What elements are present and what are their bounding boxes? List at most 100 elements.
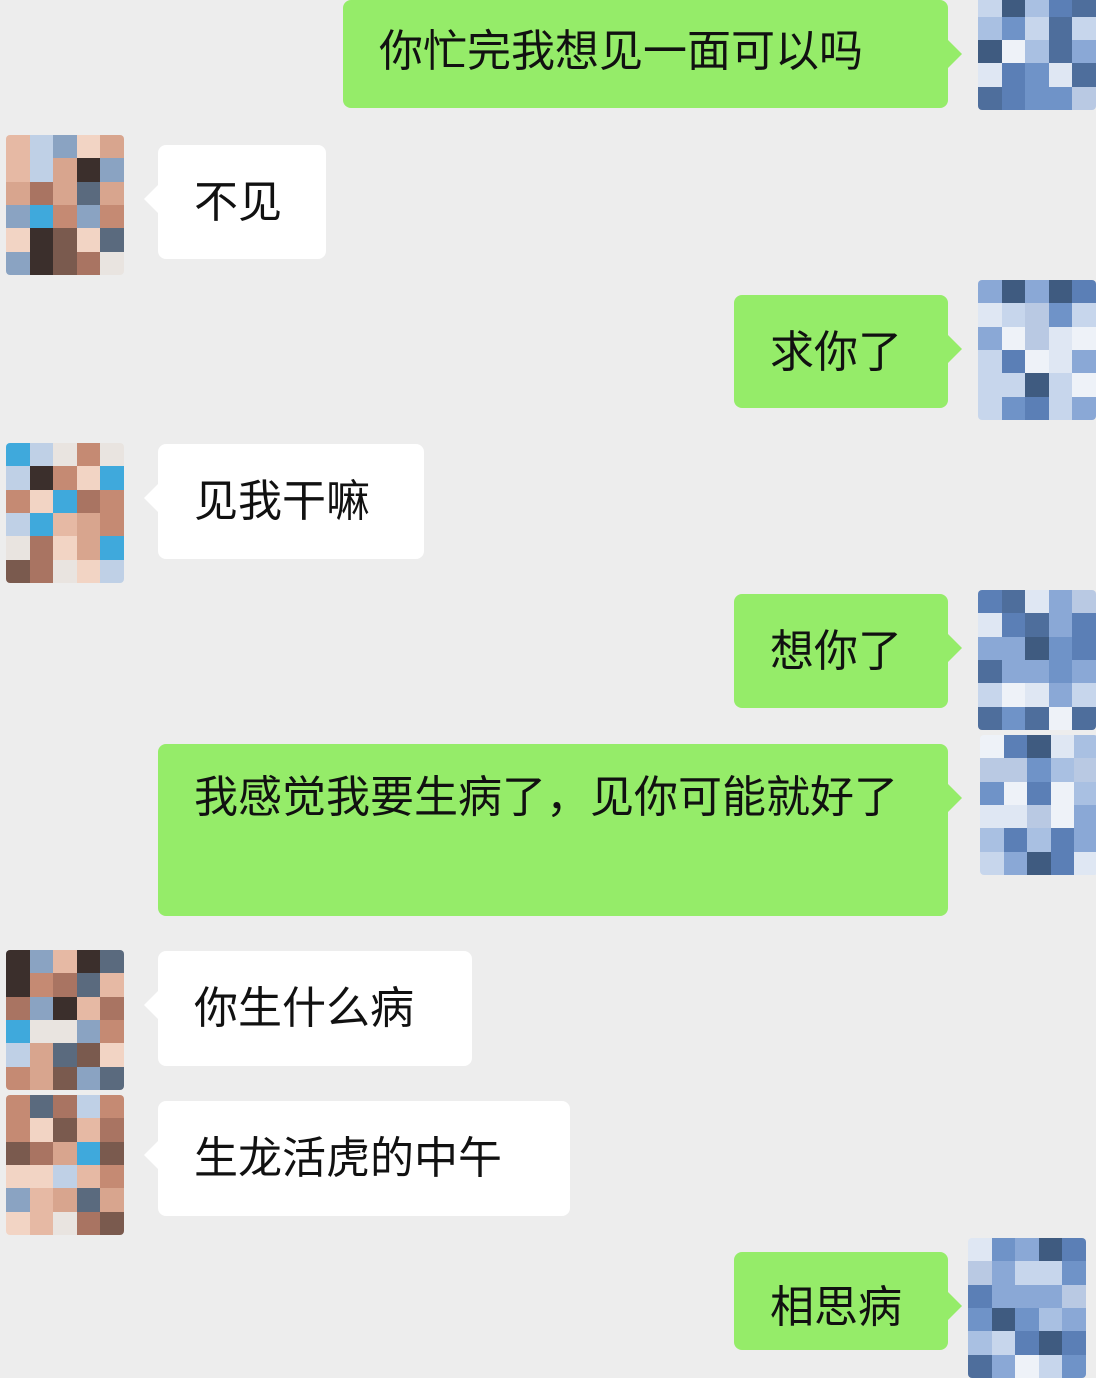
avatar-pixel [1074,735,1096,759]
avatar-pixel [1001,706,1026,730]
avatar-pixel [1003,735,1028,759]
avatar-pixel [1025,683,1049,707]
avatar-pixel [100,996,124,1020]
avatar-pixel [6,443,30,467]
avatar-pixel [1050,805,1075,829]
outgoing-message[interactable]: 我感觉我要生病了，见你可能就好了 [158,744,962,916]
avatar-pixel [978,350,1002,374]
incoming-message[interactable]: 不见 [144,145,326,259]
avatar-pixel [1072,303,1096,327]
avatar-pixel [1027,758,1051,782]
avatar-pixel [978,683,1002,707]
self-avatar-icon[interactable] [980,735,1096,875]
avatar-pixel [991,1308,1016,1332]
avatar-pixel [978,396,1002,420]
self-avatar-icon[interactable] [978,280,1096,420]
avatar-pixel [53,973,77,997]
avatar-pixel [1048,63,1073,87]
avatar-pixel [1001,590,1026,614]
avatar-pixel [1074,805,1096,829]
avatar-pixel [1003,851,1028,875]
avatar-pixel [1072,40,1096,64]
incoming-message[interactable]: 生龙活虎的中午 [144,1101,570,1216]
avatar-pixel [1048,373,1073,397]
outgoing-message[interactable]: 你忙完我想见一面可以吗 [343,0,962,108]
avatar-pixel [100,973,124,997]
avatar-pixel [76,1020,101,1044]
avatar-pixel [1072,636,1096,660]
avatar-pixel [1001,280,1026,304]
avatar-pixel [76,1211,101,1235]
avatar-pixel [100,1020,124,1044]
avatar-pixel [1025,613,1049,637]
avatar-pixel [968,1331,992,1355]
avatar-pixel [1048,683,1073,707]
avatar-pixel [1001,40,1026,64]
avatar-pixel [76,1066,101,1090]
avatar-pixel [53,1188,77,1212]
avatar-pixel [1001,613,1026,637]
avatar-pixel [76,443,101,467]
avatar-pixel [29,205,54,229]
avatar-pixel [1001,303,1026,327]
contact-avatar-icon[interactable] [6,950,124,1090]
self-avatar-icon[interactable] [978,590,1096,730]
contact-avatar-icon[interactable] [6,1095,124,1235]
avatar-pixel [6,1066,30,1090]
avatar-pixel [1001,660,1026,684]
avatar-pixel [53,158,77,182]
avatar-pixel [76,559,101,583]
avatar-pixel [76,973,101,997]
avatar-pixel [29,135,54,159]
avatar-pixel [53,205,77,229]
avatar-pixel [100,205,124,229]
avatar-pixel [978,63,1002,87]
avatar-pixel [53,559,77,583]
avatar-pixel [1048,350,1073,374]
contact-avatar-icon[interactable] [6,443,124,583]
avatar-pixel [6,489,30,513]
avatar-pixel [100,1165,124,1189]
contact-avatar-icon[interactable] [6,135,124,275]
avatar-pixel [1027,781,1051,805]
avatar-pixel [1027,851,1051,875]
avatar-pixel [1048,280,1073,304]
self-avatar-icon[interactable] [978,0,1096,110]
avatar-pixel [100,1141,124,1165]
avatar-pixel [29,536,54,560]
avatar-pixel [1015,1354,1039,1378]
avatar-pixel [29,559,54,583]
avatar-pixel [1027,735,1051,759]
avatar-pixel [1072,0,1096,17]
avatar-pixel [29,443,54,467]
avatar-pixel [53,536,77,560]
avatar-pixel [29,466,54,490]
avatar-pixel [1062,1238,1086,1262]
avatar-pixel [100,1095,124,1119]
outgoing-message[interactable]: 想你了 [734,594,962,708]
avatar-pixel [1048,660,1073,684]
self-avatar-icon[interactable] [968,1238,1086,1378]
outgoing-message[interactable]: 相思病 [734,1252,962,1350]
avatar-pixel [6,1118,30,1142]
avatar-pixel [1048,326,1073,350]
incoming-message[interactable]: 见我干嘛 [144,444,424,559]
avatar-pixel [1027,805,1051,829]
chat-window: 你忙完我想见一面可以吗 不见 求你了 见我干嘛 想你了 我感觉我要生病了，见你可… [0,0,1096,1378]
outgoing-message[interactable]: 求你了 [734,295,962,408]
avatar-pixel [978,706,1002,730]
avatar-pixel [978,280,1002,304]
avatar-pixel [980,735,1004,759]
incoming-message[interactable]: 你生什么病 [144,951,472,1066]
message-text: 不见 [194,177,282,228]
avatar-pixel [968,1354,992,1378]
avatar-pixel [6,158,30,182]
avatar-pixel [978,40,1002,64]
avatar-pixel [1025,396,1049,420]
avatar-pixel [29,1118,54,1142]
avatar-pixel [6,251,30,275]
avatar-pixel [1048,40,1073,64]
avatar-pixel [1074,851,1096,875]
avatar-pixel [1025,590,1049,614]
avatar-pixel [978,303,1002,327]
